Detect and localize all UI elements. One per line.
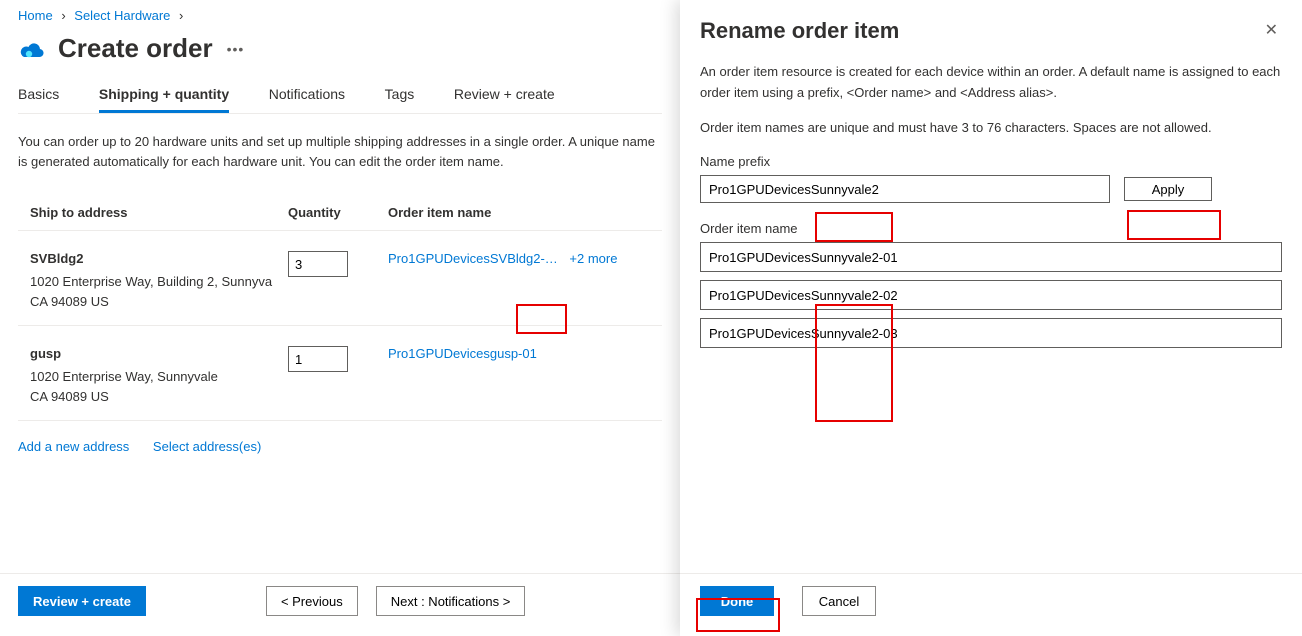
tab-basics[interactable]: Basics	[18, 78, 59, 110]
next-button[interactable]: Next : Notifications >	[376, 586, 526, 616]
rename-flyout: Rename order item ✕ An order item resour…	[680, 0, 1302, 636]
table-row: SVBldg2 1020 Enterprise Way, Building 2,…	[18, 231, 662, 326]
order-item-name-input[interactable]	[700, 280, 1282, 310]
order-item-name-input[interactable]	[700, 318, 1282, 348]
description-text: You can order up to 20 hardware units an…	[18, 132, 662, 171]
quantity-input[interactable]	[288, 346, 348, 372]
tab-tags[interactable]: Tags	[385, 78, 415, 110]
review-create-button[interactable]: Review + create	[18, 586, 146, 616]
breadcrumb: Home › Select Hardware ›	[18, 8, 662, 23]
quantity-input[interactable]	[288, 251, 348, 277]
flyout-title: Rename order item	[700, 18, 899, 44]
tab-shipping[interactable]: Shipping + quantity	[99, 78, 229, 113]
col-ship-header: Ship to address	[18, 205, 288, 220]
col-order-header: Order item name	[388, 205, 662, 220]
breadcrumb-select-hardware[interactable]: Select Hardware	[74, 8, 170, 23]
col-qty-header: Quantity	[288, 205, 388, 220]
order-item-link[interactable]: Pro1GPUDevicesSVBldg2-…	[388, 251, 558, 266]
apply-button[interactable]: Apply	[1124, 177, 1212, 201]
table-header: Ship to address Quantity Order item name	[18, 195, 662, 231]
bottom-bar: Review + create < Previous Next : Notifi…	[0, 573, 680, 636]
done-button[interactable]: Done	[700, 586, 774, 616]
order-item-name-input[interactable]	[700, 242, 1282, 272]
order-item-name-label: Order item name	[700, 221, 1282, 236]
more-actions-icon[interactable]: •••	[227, 41, 245, 57]
address-line: 1020 Enterprise Way, Sunnyvale	[30, 367, 288, 387]
tabs: Basics Shipping + quantity Notifications…	[18, 78, 662, 114]
page-title: Create order	[58, 33, 213, 64]
flyout-desc-1: An order item resource is created for ea…	[700, 62, 1282, 104]
tab-notifications[interactable]: Notifications	[269, 78, 345, 110]
address-line: CA 94089 US	[30, 292, 288, 312]
flyout-desc-2: Order item names are unique and must hav…	[700, 118, 1282, 139]
add-address-link[interactable]: Add a new address	[18, 439, 129, 454]
breadcrumb-home[interactable]: Home	[18, 8, 53, 23]
address-name: SVBldg2	[30, 251, 288, 266]
tab-review[interactable]: Review + create	[454, 78, 555, 110]
prefix-label: Name prefix	[700, 154, 1282, 169]
cancel-button[interactable]: Cancel	[802, 586, 876, 616]
previous-button[interactable]: < Previous	[266, 586, 358, 616]
cloud-icon	[18, 35, 46, 63]
order-item-link[interactable]: Pro1GPUDevicesgusp-01	[388, 346, 537, 361]
close-icon[interactable]: ✕	[1261, 18, 1282, 42]
select-addresses-link[interactable]: Select address(es)	[153, 439, 261, 454]
chevron-icon: ›	[61, 8, 65, 23]
name-prefix-input[interactable]	[700, 175, 1110, 203]
address-line: CA 94089 US	[30, 387, 288, 407]
address-line: 1020 Enterprise Way, Building 2, Sunnyva	[30, 272, 288, 292]
order-item-more-link[interactable]: +2 more	[569, 251, 617, 266]
table-row: gusp 1020 Enterprise Way, Sunnyvale CA 9…	[18, 326, 662, 421]
address-name: gusp	[30, 346, 288, 361]
chevron-icon: ›	[179, 8, 183, 23]
